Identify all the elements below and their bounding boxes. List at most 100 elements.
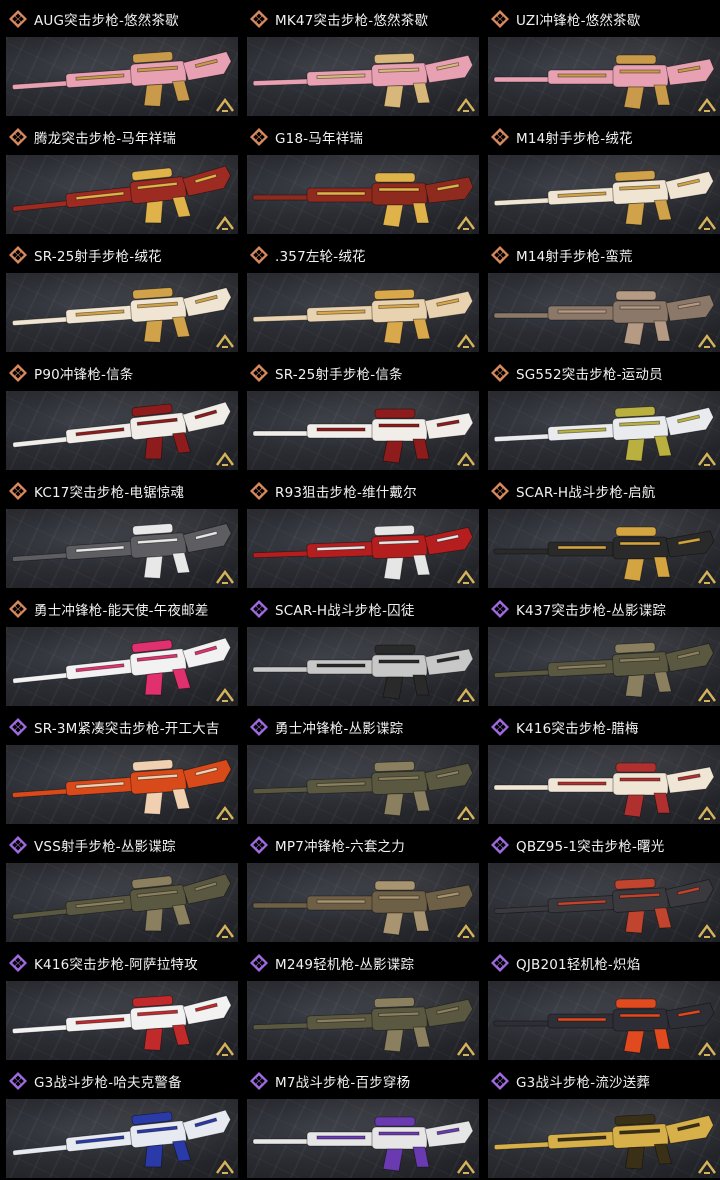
corner-emblem-icon [698,1041,716,1056]
skin-preview [488,273,720,352]
skin-card-6[interactable]: M14射手步枪-绒花 [482,118,720,236]
rarity-diamond-icon [491,717,509,736]
skin-card-25[interactable]: K416突击步枪-阿萨拉特攻 [0,944,238,1062]
corner-emblem-icon [216,569,234,584]
skin-card-5[interactable]: G18-马年祥瑞 [241,118,479,236]
skin-card-23[interactable]: MP7冲锋枪-六套之力 [241,826,479,944]
skin-card-19[interactable]: SR-3M紧凑突击步枪-开工大吉 [0,708,238,826]
skin-card-18[interactable]: K437突击步枪-丛影谍踪 [482,590,720,708]
card-header: 勇士冲锋枪-能天使-午夜邮差 [0,590,238,627]
skin-card-21[interactable]: K416突击步枪-腊梅 [482,708,720,826]
skin-card-3[interactable]: UZI冲锋枪-悠然茶歇 [482,0,720,118]
rarity-diamond-icon [491,9,509,28]
weapon-image [252,880,474,936]
skin-card-1[interactable]: AUG突击步枪-悠然茶歇 [0,0,238,118]
skin-card-26[interactable]: M249轻机枪-丛影谍踪 [241,944,479,1062]
corner-emblem-icon [698,97,716,112]
weapon-image [252,524,474,581]
card-header: M249轻机枪-丛影谍踪 [241,944,479,981]
corner-emblem-icon [698,451,716,466]
skin-card-11[interactable]: SR-25射手步枪-信条 [241,354,479,472]
rarity-diamond-icon [491,481,509,500]
skin-preview [488,745,720,824]
card-header: M7战斗步枪-百步穿杨 [241,1062,479,1099]
skin-card-15[interactable]: SCAR-H战斗步枪-启航 [482,472,720,590]
skin-card-20[interactable]: 勇士冲锋枪-丛影谍踪 [241,708,479,826]
skin-title: 勇士冲锋枪-丛影谍踪 [275,720,404,737]
skin-card-13[interactable]: KC17突击步枪-电锯惊魂 [0,472,238,590]
rarity-diamond-icon [9,1071,27,1090]
skin-card-12[interactable]: SG552突击步枪-运动员 [482,354,720,472]
corner-emblem-icon [698,805,716,820]
weapon-image [12,759,232,815]
skin-card-28[interactable]: G3战斗步枪-哈夫克警备 [0,1062,238,1180]
skin-card-10[interactable]: P90冲锋枪-信条 [0,354,238,472]
corner-emblem-icon [698,569,716,584]
skin-preview [488,37,720,116]
rarity-diamond-icon [9,363,27,382]
skin-card-2[interactable]: MK47突击步枪-悠然茶歇 [241,0,479,118]
rarity-diamond-icon [9,599,27,618]
skin-card-24[interactable]: QBZ95-1突击步枪-曙光 [482,826,720,944]
skin-title: SR-3M紧凑突击步枪-开工大吉 [34,720,220,737]
skin-preview [247,509,479,588]
rarity-diamond-icon [250,245,268,264]
weapon-image [493,642,714,698]
card-header: AUG突击步枪-悠然茶歇 [0,0,238,37]
corner-emblem-icon [216,333,234,348]
weapon-image [12,523,232,579]
skin-title: SG552突击步枪-运动员 [516,366,663,383]
skin-preview [6,981,238,1060]
skin-preview [6,273,238,352]
corner-emblem-icon [216,687,234,702]
rarity-diamond-icon [9,245,27,264]
skin-card-30[interactable]: G3战斗步枪-流沙送葬 [482,1062,720,1180]
weapon-image [252,172,474,228]
skin-card-27[interactable]: QJB201轻机枪-炽焰 [482,944,720,1062]
corner-emblem-icon [457,97,475,112]
weapon-image [252,760,474,817]
skin-card-4[interactable]: 腾龙突击步枪-马年祥瑞 [0,118,238,236]
skin-card-7[interactable]: SR-25射手步枪-绒花 [0,236,238,354]
skin-title: R93狙击步枪-维什戴尔 [275,484,417,501]
card-header: KC17突击步枪-电锯惊魂 [0,472,238,509]
card-header: UZI冲锋枪-悠然茶歇 [482,0,720,37]
skin-title: SCAR-H战斗步枪-启航 [516,484,656,501]
skin-card-29[interactable]: M7战斗步枪-百步穿杨 [241,1062,479,1180]
weapon-image [12,165,232,224]
skin-card-22[interactable]: VSS射手步枪-丛影谍踪 [0,826,238,944]
rarity-diamond-icon [491,835,509,854]
skin-card-8[interactable]: .357左轮-绒花 [241,236,479,354]
skin-title: K416突击步枪-腊梅 [516,720,639,737]
rarity-diamond-icon [491,245,509,264]
weapon-image [12,995,232,1051]
rarity-diamond-icon [491,363,509,382]
corner-emblem-icon [698,923,716,938]
skin-title: VSS射手步枪-丛影谍踪 [34,838,176,855]
skin-preview [488,155,720,234]
weapon-image [493,878,714,934]
rarity-diamond-icon [9,127,27,146]
rarity-diamond-icon [9,953,27,972]
weapon-image [12,873,232,932]
skin-card-9[interactable]: M14射手步枪-蛮荒 [482,236,720,354]
skin-card-16[interactable]: 勇士冲锋枪-能天使-午夜邮差 [0,590,238,708]
card-header: SR-25射手步枪-信条 [241,354,479,391]
skin-title: KC17突击步枪-电锯惊魂 [34,484,185,501]
weapon-image [12,51,232,107]
corner-emblem-icon [216,451,234,466]
skin-card-14[interactable]: R93狙击步枪-维什戴尔 [241,472,479,590]
skin-preview [6,745,238,824]
weapon-image [12,287,232,343]
skin-preview [247,273,479,352]
skin-title: .357左轮-绒花 [275,248,366,265]
corner-emblem-icon [457,215,475,230]
weapon-image [493,998,715,1054]
skin-card-17[interactable]: SCAR-H战斗步枪-囚徒 [241,590,479,708]
skin-title: G18-马年祥瑞 [275,130,364,147]
skin-title: AUG突击步枪-悠然茶歇 [34,12,179,29]
skin-preview [488,509,720,588]
skin-title: G3战斗步枪-哈夫克警备 [34,1074,182,1091]
weapon-image [493,54,715,110]
card-header: M14射手步枪-绒花 [482,118,720,155]
